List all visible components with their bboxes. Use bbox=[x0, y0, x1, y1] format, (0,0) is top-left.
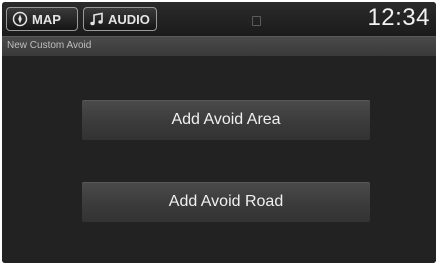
navigation-screen: MAP AUDIO 12:34 New Custom Avoid Add Avo… bbox=[2, 2, 436, 263]
audio-button-label: AUDIO bbox=[108, 11, 150, 27]
clock: 12:34 bbox=[367, 4, 430, 31]
page-title: New Custom Avoid bbox=[7, 40, 92, 51]
map-button[interactable]: MAP bbox=[6, 7, 78, 31]
options-panel: Add Avoid Area Add Avoid Road bbox=[2, 56, 436, 263]
status-bar: MAP AUDIO 12:34 bbox=[2, 2, 436, 36]
add-avoid-road-label: Add Avoid Road bbox=[168, 193, 284, 210]
signal-indicator-icon bbox=[252, 16, 261, 26]
add-avoid-area-label: Add Avoid Area bbox=[171, 111, 281, 128]
add-avoid-area-button[interactable]: Add Avoid Area bbox=[82, 100, 370, 140]
audio-button[interactable]: AUDIO bbox=[83, 7, 157, 31]
add-avoid-road-button[interactable]: Add Avoid Road bbox=[82, 182, 370, 222]
music-note-icon bbox=[90, 12, 103, 25]
map-button-label: MAP bbox=[32, 11, 61, 27]
screen-title-bar: New Custom Avoid bbox=[2, 36, 436, 56]
compass-icon bbox=[12, 11, 28, 27]
